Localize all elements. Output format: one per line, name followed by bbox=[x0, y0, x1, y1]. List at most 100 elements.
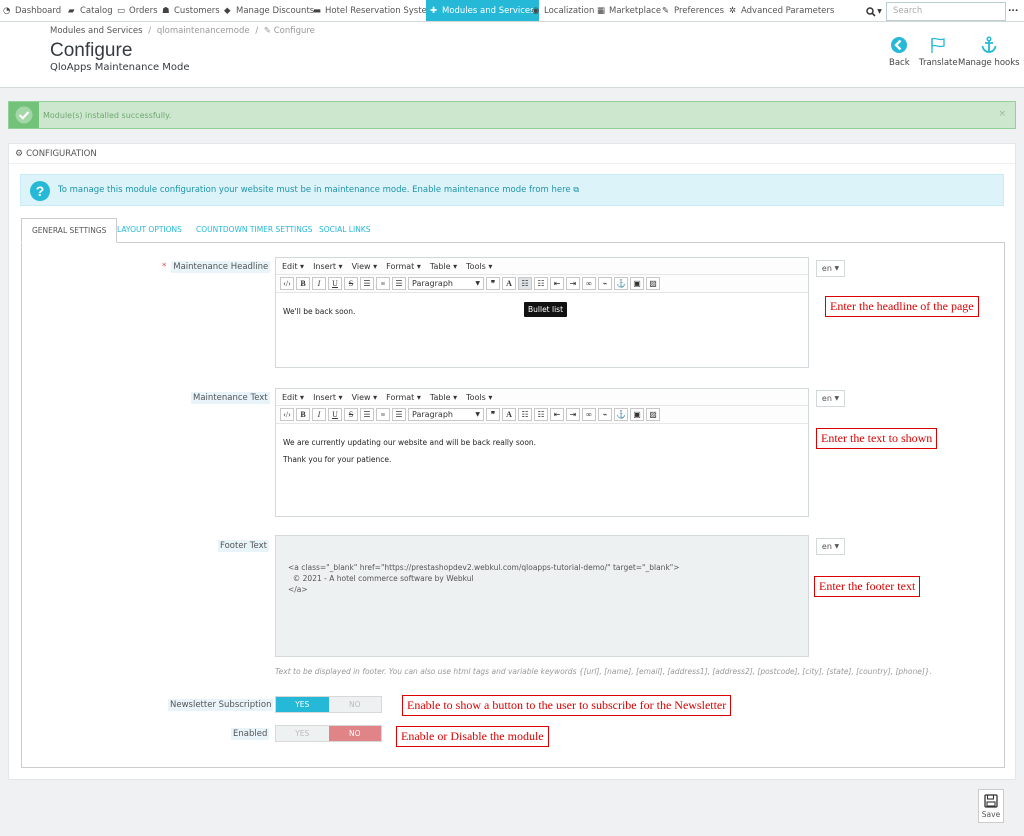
enabled-yes-option[interactable]: YES bbox=[276, 726, 329, 741]
italic-icon[interactable]: I bbox=[312, 408, 326, 421]
menu-edit[interactable]: Edit ▾ bbox=[282, 393, 304, 402]
strikethrough-icon[interactable]: S bbox=[344, 408, 358, 421]
footer-text-textarea[interactable]: <a class="_blank" href="https://prestash… bbox=[275, 535, 809, 657]
align-center-icon[interactable]: ≡ bbox=[376, 408, 390, 421]
nav-marketplace[interactable]: ▦ Marketplace bbox=[597, 0, 661, 21]
format-select[interactable]: Paragraph ▼ bbox=[408, 408, 484, 421]
menu-tools[interactable]: Tools ▾ bbox=[466, 262, 492, 271]
menu-insert[interactable]: Insert ▾ bbox=[313, 262, 343, 271]
language-select[interactable]: en ▼ bbox=[816, 260, 845, 277]
numbered-list-icon[interactable]: ☷ bbox=[534, 408, 548, 421]
format-select[interactable]: Paragraph ▼ bbox=[408, 277, 484, 290]
language-select[interactable]: en ▼ bbox=[816, 390, 845, 407]
text-color-icon[interactable]: A bbox=[502, 277, 516, 290]
newsletter-no-option[interactable]: NO bbox=[328, 697, 381, 712]
align-left-icon[interactable]: ☰ bbox=[360, 408, 374, 421]
menu-table[interactable]: Table ▾ bbox=[430, 262, 457, 271]
indent-icon[interactable]: ⇥ bbox=[566, 408, 580, 421]
manage-hooks-button[interactable]: Manage hooks bbox=[958, 36, 1020, 68]
media-icon[interactable]: ▣ bbox=[630, 408, 644, 421]
newsletter-switch[interactable]: YES NO bbox=[275, 696, 382, 713]
bullet-list-icon[interactable]: ☷ bbox=[518, 408, 532, 421]
nav-dashboard[interactable]: ◔ Dashboard bbox=[3, 0, 61, 21]
blockquote-icon[interactable]: ❞ bbox=[486, 277, 500, 290]
numbered-list-icon[interactable]: ☷ bbox=[534, 277, 548, 290]
image-icon[interactable]: ▨ bbox=[646, 408, 660, 421]
link-icon[interactable]: ∞ bbox=[582, 408, 596, 421]
external-link-icon[interactable]: ⧉ bbox=[573, 185, 579, 194]
blockquote-icon[interactable]: ❞ bbox=[486, 408, 500, 421]
align-right-icon[interactable]: ☰ bbox=[392, 408, 406, 421]
align-right-icon[interactable]: ☰ bbox=[392, 277, 406, 290]
media-icon[interactable]: ▣ bbox=[630, 277, 644, 290]
nav-manage-discounts[interactable]: ◆ Manage Discounts bbox=[224, 0, 314, 21]
menu-view[interactable]: View ▾ bbox=[352, 262, 378, 271]
bold-icon[interactable]: B bbox=[296, 277, 310, 290]
tab-social-links[interactable]: SOCIAL LINKS bbox=[309, 218, 381, 243]
nav-modules-and-services[interactable]: ✚ Modules and Services bbox=[426, 0, 539, 21]
maintenance-text-content[interactable]: We are currently updating our website an… bbox=[276, 424, 808, 478]
close-alert-button[interactable]: × bbox=[998, 109, 1006, 119]
bold-icon[interactable]: B bbox=[296, 408, 310, 421]
more-menu-button[interactable]: ... bbox=[1008, 4, 1018, 14]
unlink-icon[interactable]: ⌁ bbox=[598, 277, 612, 290]
strikethrough-icon[interactable]: S bbox=[344, 277, 358, 290]
unlink-icon[interactable]: ⌁ bbox=[598, 408, 612, 421]
text-color-icon[interactable]: A bbox=[502, 408, 516, 421]
newsletter-yes-option[interactable]: YES bbox=[276, 697, 329, 712]
search-input[interactable]: Search bbox=[886, 2, 1006, 21]
tab-general-settings[interactable]: GENERAL SETTINGS bbox=[21, 218, 118, 243]
menu-view[interactable]: View ▾ bbox=[352, 393, 378, 402]
source-code-icon[interactable]: ‹/› bbox=[280, 277, 294, 290]
menu-insert[interactable]: Insert ▾ bbox=[313, 393, 343, 402]
enabled-no-option[interactable]: NO bbox=[328, 726, 381, 741]
nav-advanced-parameters[interactable]: ✲ Advanced Parameters bbox=[729, 0, 834, 21]
anchor-icon[interactable]: ⚓ bbox=[614, 408, 628, 421]
bullet-list-icon[interactable]: ☷ bbox=[518, 277, 532, 290]
italic-icon[interactable]: I bbox=[312, 277, 326, 290]
underline-icon[interactable]: U bbox=[328, 277, 342, 290]
cogs-icon: ✲ bbox=[729, 6, 737, 16]
translate-button[interactable]: Translate bbox=[919, 36, 958, 68]
nav-catalog[interactable]: ▰ Catalog bbox=[68, 0, 113, 21]
save-icon bbox=[984, 793, 998, 808]
page-subtitle: QloApps Maintenance Mode bbox=[50, 62, 190, 73]
breadcrumb-sep: / bbox=[255, 26, 259, 36]
tab-countdown-timer-settings[interactable]: COUNTDOWN TIMER SETTINGS bbox=[186, 218, 322, 243]
menu-edit[interactable]: Edit ▾ bbox=[282, 262, 304, 271]
menu-table[interactable]: Table ▾ bbox=[430, 393, 457, 402]
nav-customers[interactable]: ☗ Customers bbox=[162, 0, 220, 21]
breadcrumb-root[interactable]: Modules and Services bbox=[50, 26, 143, 36]
language-select[interactable]: en ▼ bbox=[816, 538, 845, 555]
breadcrumb-module[interactable]: qlomaintenancemode bbox=[157, 26, 250, 36]
maintenance-text-label: Maintenance Text bbox=[191, 392, 270, 404]
outdent-icon[interactable]: ⇤ bbox=[550, 277, 564, 290]
align-left-icon[interactable]: ☰ bbox=[360, 277, 374, 290]
search-type-button[interactable]: ▼ bbox=[862, 2, 886, 21]
anchor-icon[interactable]: ⚓ bbox=[614, 277, 628, 290]
menu-format[interactable]: Format ▾ bbox=[386, 393, 421, 402]
image-icon[interactable]: ▨ bbox=[646, 277, 660, 290]
outdent-icon[interactable]: ⇤ bbox=[550, 408, 564, 421]
flag-icon bbox=[931, 37, 945, 53]
back-button[interactable]: Back bbox=[889, 36, 910, 68]
indent-icon[interactable]: ⇥ bbox=[566, 277, 580, 290]
source-code-icon[interactable]: ‹/› bbox=[280, 408, 294, 421]
underline-icon[interactable]: U bbox=[328, 408, 342, 421]
editor-menubar: Edit ▾ Insert ▾ View ▾ Format ▾ Table ▾ … bbox=[276, 389, 808, 406]
nav-hotel-reservation[interactable]: ▬ Hotel Reservation System bbox=[313, 0, 435, 21]
nav-orders[interactable]: ▭ Orders bbox=[117, 0, 158, 21]
enabled-switch[interactable]: YES NO bbox=[275, 725, 382, 742]
tab-layout-options[interactable]: LAYOUT OPTIONS bbox=[107, 218, 192, 243]
nav-localization[interactable]: ◉ Localization bbox=[532, 0, 594, 21]
align-center-icon[interactable]: ≡ bbox=[376, 277, 390, 290]
menu-tools[interactable]: Tools ▾ bbox=[466, 393, 492, 402]
newsletter-label: Newsletter Subscription bbox=[168, 699, 274, 711]
breadcrumb: Modules and Services / qlomaintenancemod… bbox=[50, 26, 315, 36]
maintenance-text-editor[interactable]: Edit ▾ Insert ▾ View ▾ Format ▾ Table ▾ … bbox=[275, 388, 809, 517]
maintenance-text-callout: Enter the text to shown bbox=[816, 428, 938, 449]
save-button[interactable]: Save bbox=[978, 789, 1004, 823]
nav-preferences[interactable]: ✎ Preferences bbox=[662, 0, 724, 21]
menu-format[interactable]: Format ▾ bbox=[386, 262, 421, 271]
link-icon[interactable]: ∞ bbox=[582, 277, 596, 290]
